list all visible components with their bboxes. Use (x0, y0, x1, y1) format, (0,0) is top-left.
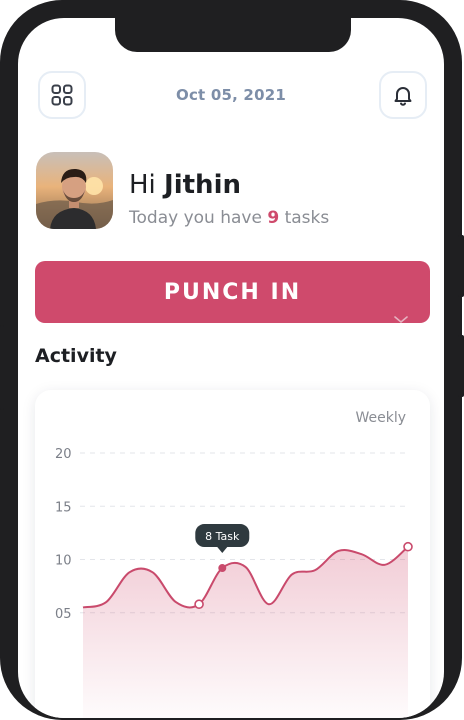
tooltip-label: 8 Task (205, 530, 240, 543)
app-screen: Oct 05, 2021 Hi Jithin Today you have 9 … (18, 18, 444, 718)
tooltip-pointer (217, 547, 228, 554)
phone-side-button (458, 235, 464, 297)
phone-side-button (458, 335, 464, 397)
data-point[interactable] (218, 564, 227, 573)
y-tick-label: 15 (55, 500, 72, 515)
data-point[interactable] (403, 541, 413, 552)
phone-side-button (0, 325, 4, 410)
y-tick-label: 20 (55, 447, 72, 462)
y-tick-label: 05 (55, 607, 72, 622)
chart-area (83, 546, 408, 718)
activity-chart: 20 15 10 05 8 Task (55, 447, 413, 718)
chart-tooltip: 8 Task (195, 524, 250, 554)
data-point[interactable] (194, 599, 204, 610)
y-tick-label: 10 (55, 554, 72, 569)
